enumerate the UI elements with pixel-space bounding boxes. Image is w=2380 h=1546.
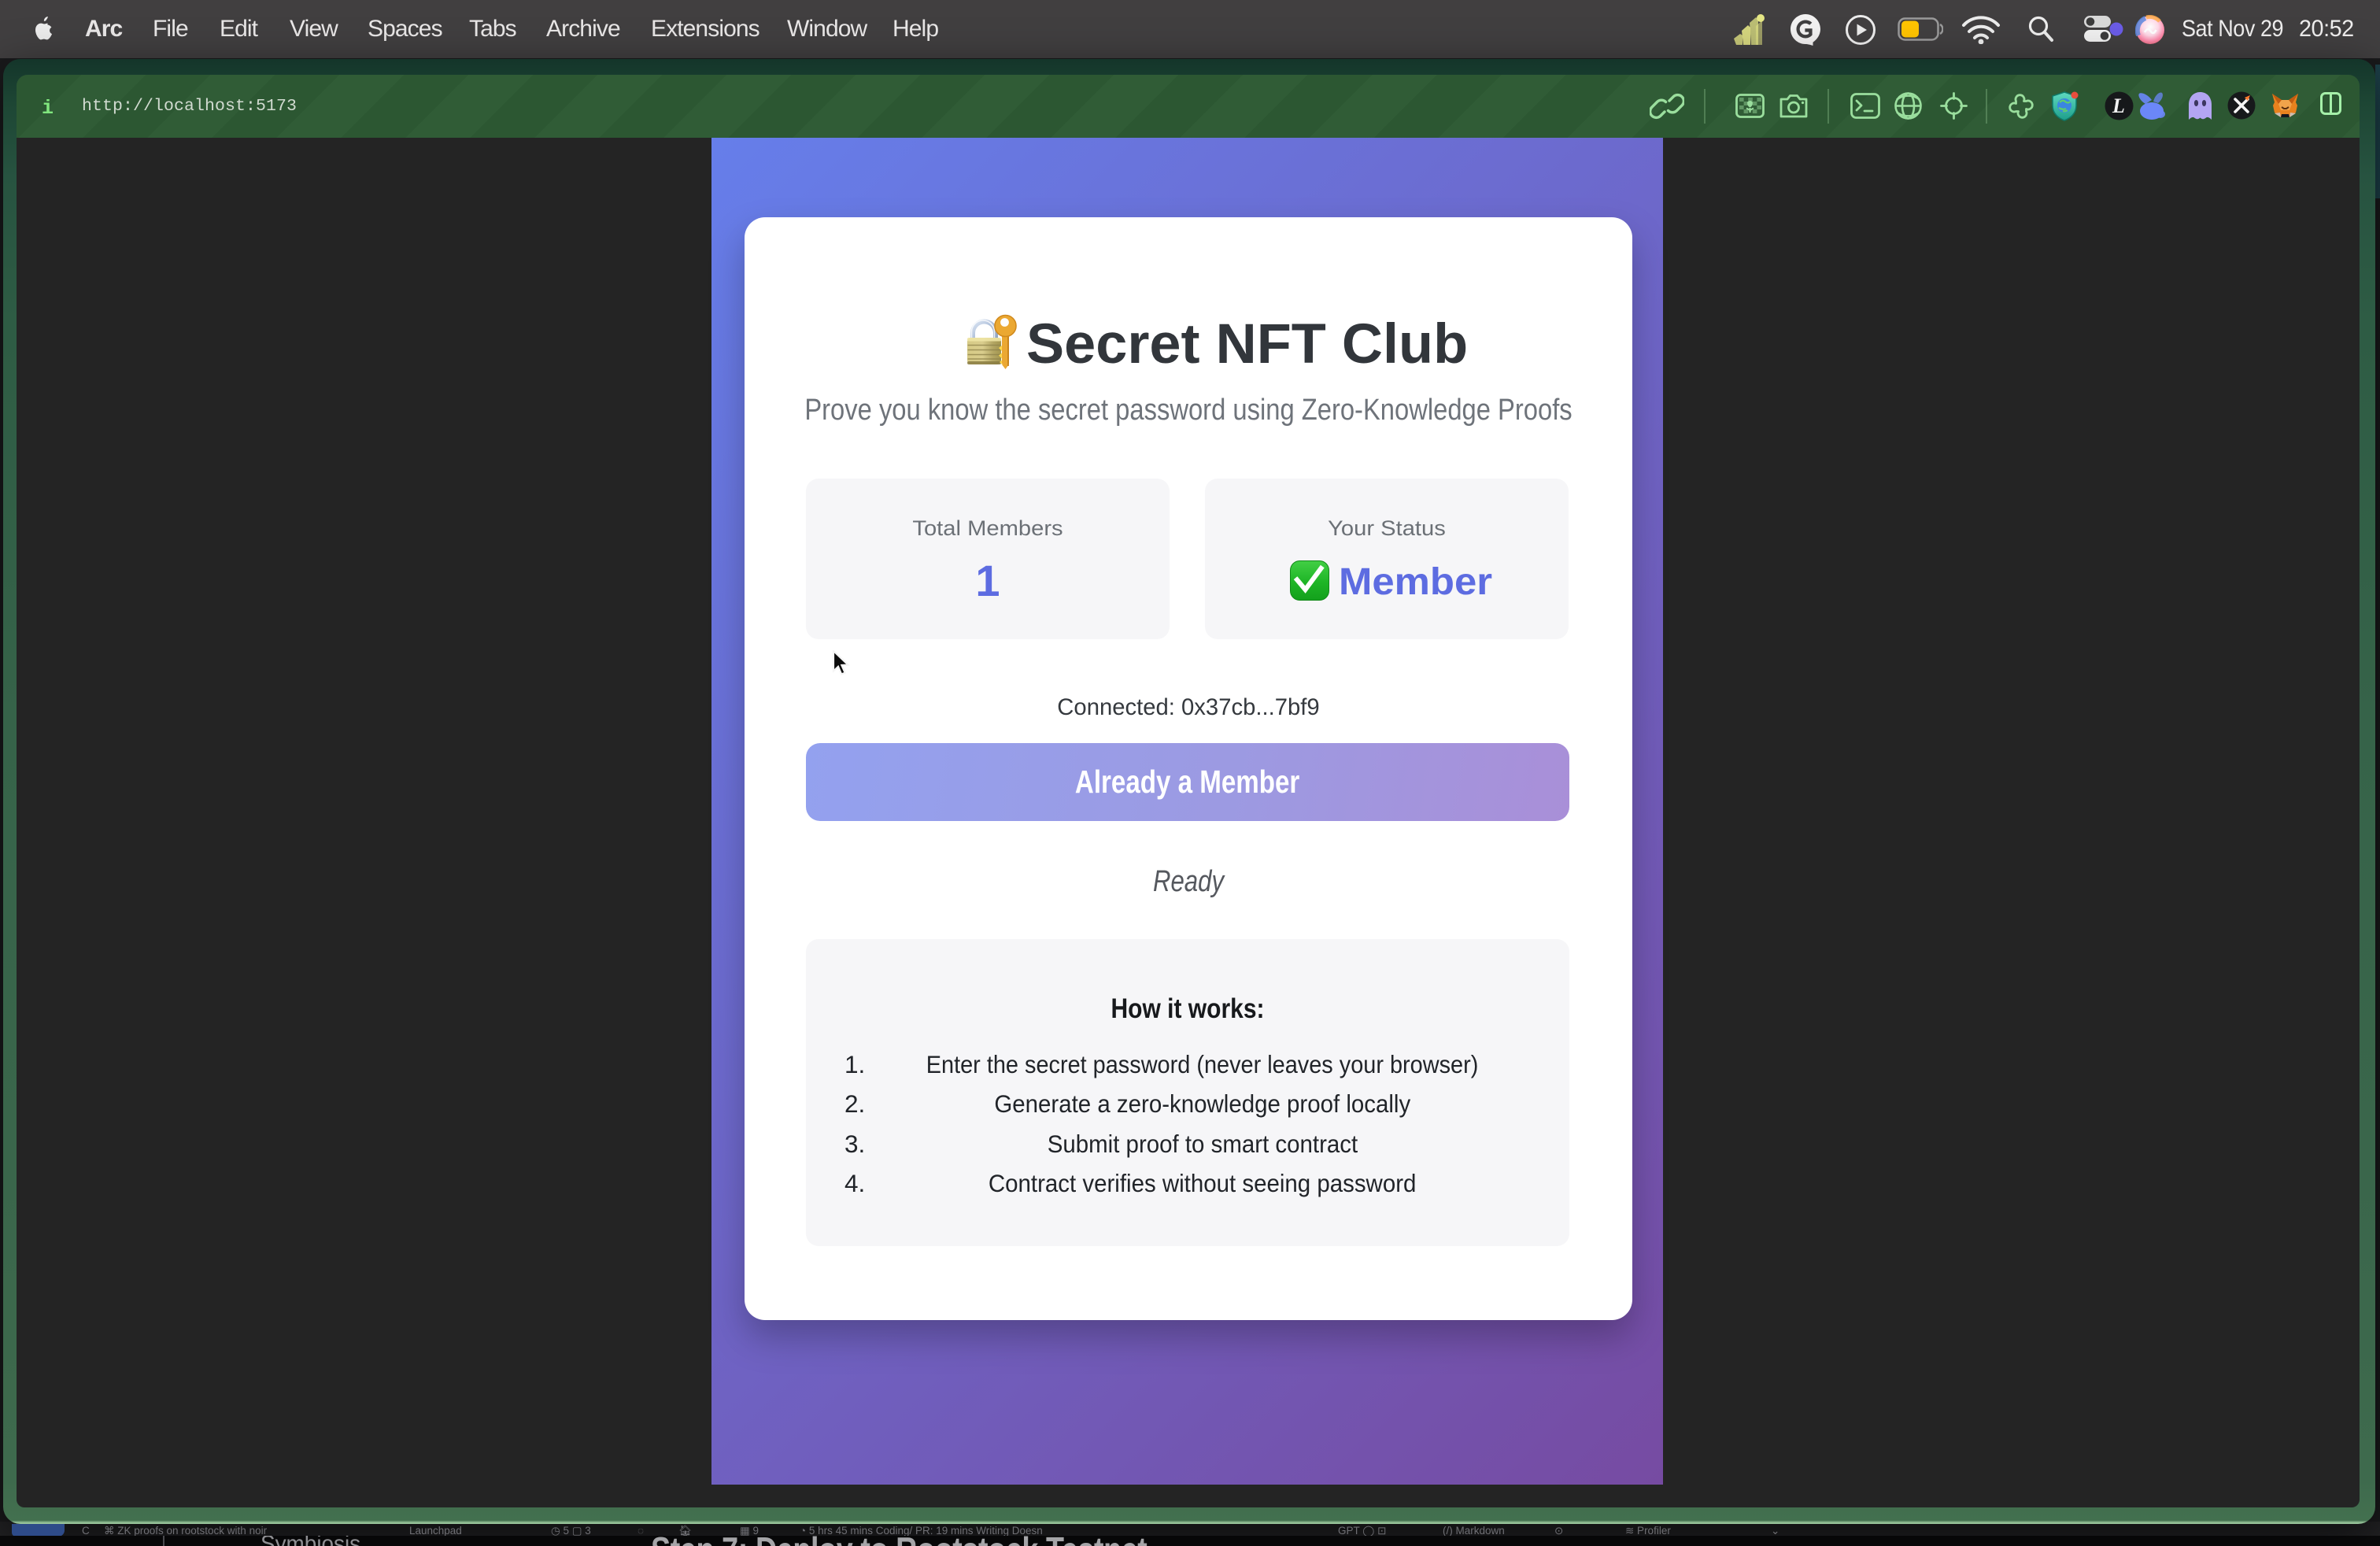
svg-text:L: L [2112, 94, 2125, 117]
